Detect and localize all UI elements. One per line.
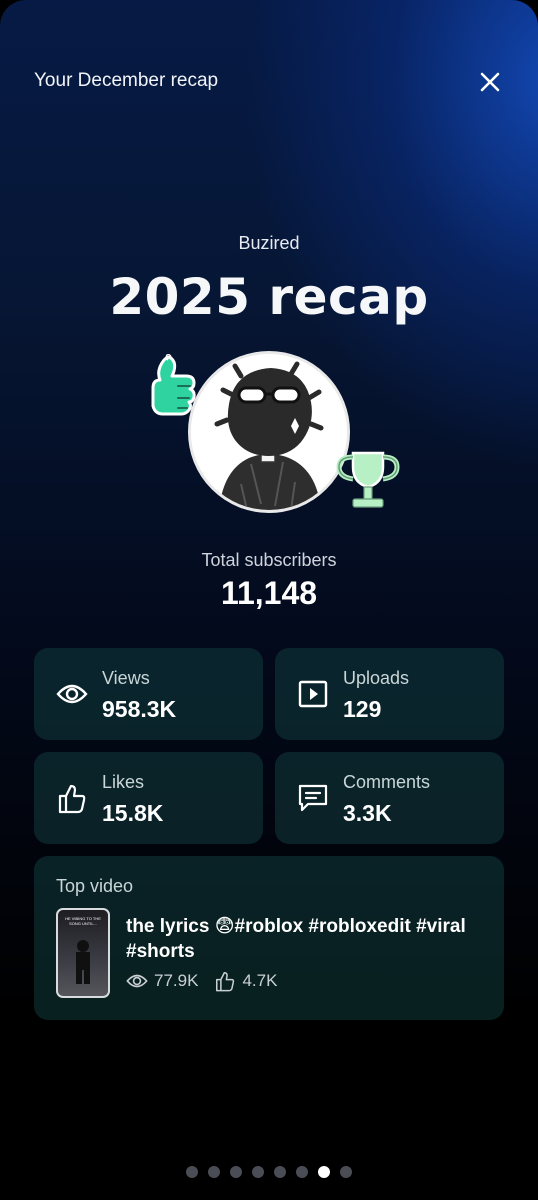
stat-value: 15.8K [102, 800, 164, 826]
page-dot[interactable] [274, 1166, 286, 1178]
page-indicator [0, 1166, 538, 1178]
channel-avatar [188, 351, 350, 513]
top-video-card[interactable]: Top video HE VIBING TO THE SONG UNTIL...… [34, 856, 504, 1020]
play-box-icon [298, 680, 328, 708]
stat-label: Likes [102, 772, 145, 792]
views-icon [126, 974, 148, 988]
page-dot[interactable] [340, 1166, 352, 1178]
stat-label: Uploads [343, 668, 410, 688]
top-video-label: Top video [56, 876, 134, 896]
likes-icon [216, 971, 235, 992]
avatar-drawing-icon [191, 354, 347, 510]
video-thumbnail[interactable]: HE VIBING TO THE SONG UNTIL... [56, 908, 110, 998]
stat-card-views: Views 958.3K [34, 648, 263, 740]
stat-value: 958.3K [102, 696, 177, 722]
stat-card-likes: Likes 15.8K [34, 752, 263, 844]
stat-value: 3.3K [343, 800, 392, 826]
stat-card-uploads: Uploads 129 [275, 648, 504, 740]
page-dot[interactable] [208, 1166, 220, 1178]
page-title: Your December recap [34, 70, 219, 91]
subscribers-value: 11,148 [220, 575, 318, 611]
top-video-likes: 4.7K [242, 971, 278, 990]
page-dot[interactable] [296, 1166, 308, 1178]
thumbs-up-icon [58, 784, 86, 814]
trophy-sticker-icon [336, 451, 400, 508]
stat-label: Views [102, 668, 150, 688]
recap-screen: Your December recap Buzired 2025 recap T… [0, 0, 538, 1200]
recap-title: 2025 recap [109, 268, 429, 326]
close-button[interactable] [474, 66, 506, 98]
stat-label: Comments [343, 772, 431, 792]
top-video-views: 77.9K [154, 971, 199, 990]
thumbnail-figure-icon [76, 940, 90, 984]
eye-icon [56, 684, 88, 704]
top-video-stats: 77.9K 4.7K [126, 970, 277, 992]
page-dot[interactable] [252, 1166, 264, 1178]
close-icon [480, 72, 500, 92]
subscribers-label: Total subscribers [201, 550, 337, 570]
top-video-title[interactable]: the lyrics 😨#roblox #robloxedit #viral #… [126, 914, 476, 964]
comment-icon [298, 784, 328, 812]
page-dot[interactable] [318, 1166, 330, 1178]
stat-card-comments: Comments 3.3K [275, 752, 504, 844]
page-dot[interactable] [186, 1166, 198, 1178]
thumbnail-caption: HE VIBING TO THE SONG UNTIL... [65, 916, 101, 926]
channel-name: Buzired [238, 233, 300, 253]
page-dot[interactable] [230, 1166, 242, 1178]
stat-value: 129 [343, 696, 382, 722]
